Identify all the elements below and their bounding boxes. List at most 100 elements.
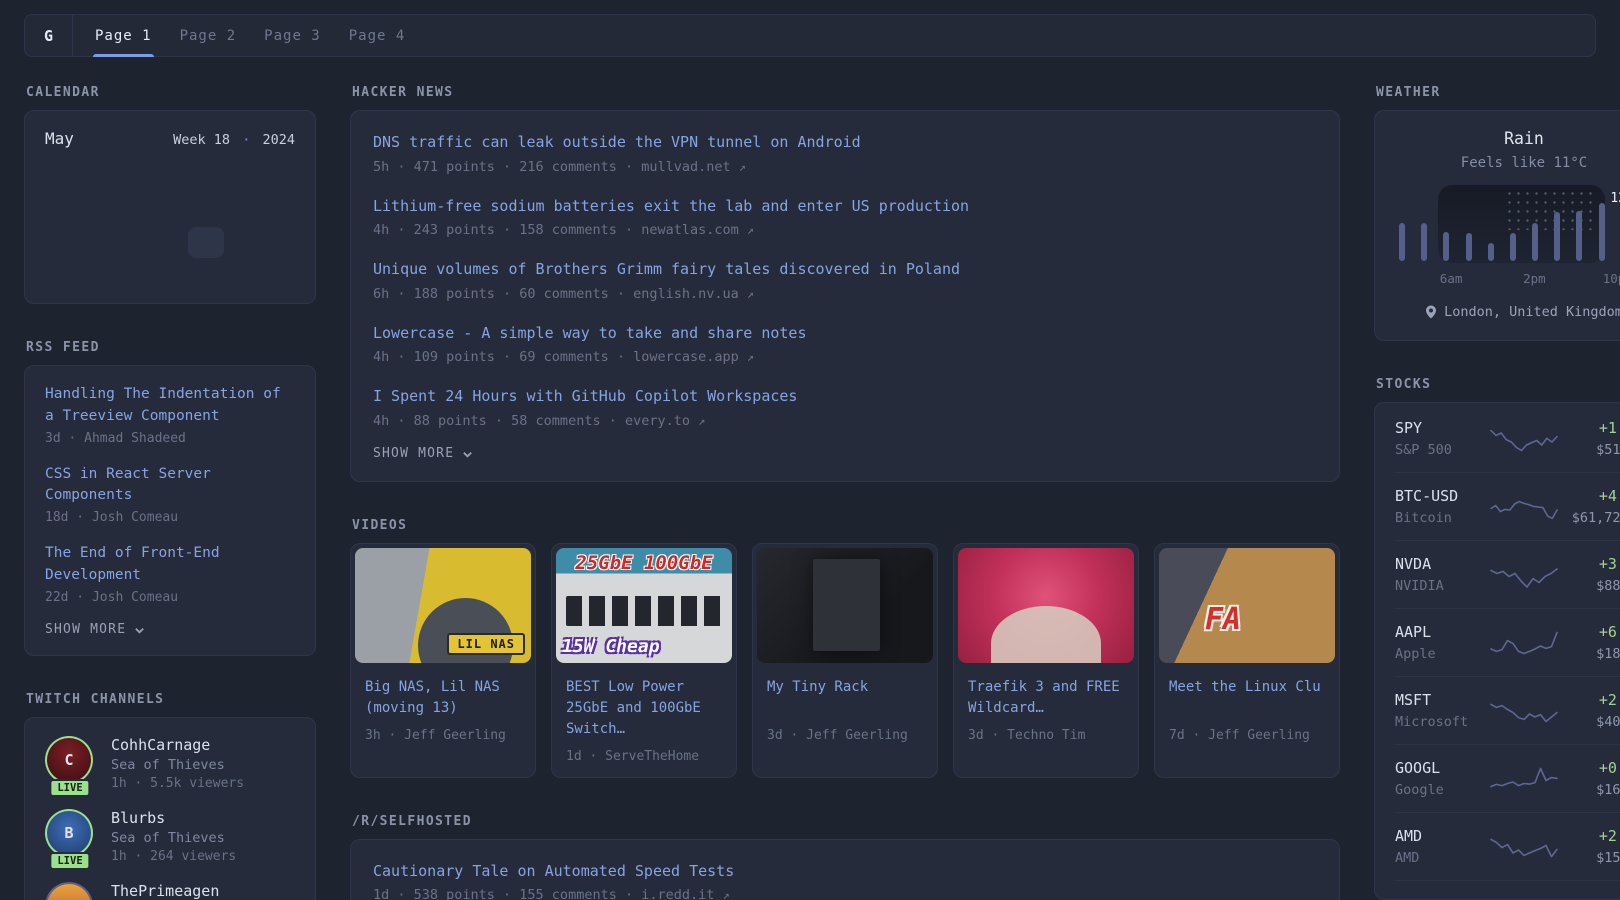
- dashboard-page: G Page 1Page 2Page 3Page 4 CALENDAR May …: [0, 0, 1620, 900]
- calendar-day: [152, 227, 188, 258]
- video-body: Meet the Linux Clu 7d · Jeff Geerling: [1155, 667, 1339, 756]
- video-meta: 3d · Jeff Geerling: [767, 728, 923, 743]
- calendar-day: [81, 258, 117, 289]
- stock-row[interactable]: NVDA NVIDIA +3.52% $888.40: [1395, 540, 1620, 608]
- feed-item-title[interactable]: Cautionary Tale on Automated Speed Tests: [373, 860, 1317, 883]
- twitch-channel-row[interactable]: C LIVE CohhCarnage Sea of Thieves 1h · 5…: [45, 736, 295, 791]
- stock-row[interactable]: RDDT -1.65%: [1395, 880, 1620, 900]
- nav-tab[interactable]: Page 2: [180, 15, 237, 56]
- stock-row[interactable]: BTC-USD Bitcoin +4.40% $61,725.48: [1395, 472, 1620, 540]
- feed-item-source-link[interactable]: english.nv.ua ↗: [633, 286, 754, 302]
- calendar-day: [259, 258, 295, 289]
- rss-item-title[interactable]: CSS in React Server Components: [45, 464, 295, 508]
- stock-sparkline: [1489, 694, 1559, 728]
- video-title[interactable]: BEST Low Power 25GbE and 100GbE Switch…: [566, 677, 722, 740]
- nav-tab[interactable]: Page 3: [264, 15, 321, 56]
- nav-tab[interactable]: Page 4: [349, 15, 406, 56]
- week-prefix: Week: [173, 132, 206, 148]
- twitch-channel-info: Blurbs Sea of Thieves 1h · 264 viewers: [111, 809, 236, 864]
- twitch-widget: TWITCH CHANNELS C LIVE CohhCarnage Sea o…: [24, 692, 316, 900]
- hackernews-show-more-button[interactable]: SHOW MORE: [373, 446, 1317, 461]
- calendar-year: 2024: [262, 132, 295, 148]
- avatar: C: [47, 738, 91, 782]
- nav-tab[interactable]: Page 1: [95, 15, 152, 56]
- feed-item-meta: 5h · 471 points · 216 comments · mullvad…: [373, 159, 1317, 175]
- stock-row[interactable]: AAPL Apple +6.87% $184.91: [1395, 608, 1620, 676]
- stock-row[interactable]: GOOGL Google +0.10% $166.78: [1395, 744, 1620, 812]
- stock-price: $61,725.48: [1559, 510, 1620, 526]
- video-title[interactable]: My Tiny Rack: [767, 677, 923, 719]
- time-axis-label: 6am: [1440, 271, 1463, 286]
- selfhosted-title: /R/SELFHOSTED: [352, 814, 1340, 829]
- twitch-avatar-wrap: B LIVE: [45, 809, 95, 864]
- feed-item-title[interactable]: Lithium-free sodium batteries exit the l…: [373, 195, 1317, 218]
- stock-row[interactable]: MSFT Microsoft +2.16% $406.43: [1395, 676, 1620, 744]
- feed-item-stats: 4h · 88 points · 58 comments ·: [373, 413, 617, 429]
- rss-widget: RSS FEED Handling The Indentation of a T…: [24, 340, 316, 656]
- stock-id: AMD AMD: [1395, 827, 1489, 866]
- rss-show-more-button[interactable]: SHOW MORE: [45, 622, 295, 637]
- stock-change: +3.52%: [1559, 555, 1620, 573]
- week-number: 18: [214, 132, 230, 148]
- thumbnail-caption: 25GbE 100GbE: [556, 552, 732, 574]
- feed-item-source-link[interactable]: every.to ↗: [625, 413, 705, 429]
- video-title[interactable]: Big NAS, Lil NAS (moving 13): [365, 677, 521, 719]
- weather-chart: 12°: [1399, 201, 1620, 261]
- stock-symbol: BTC-USD: [1395, 487, 1489, 505]
- stock-name: S&P 500: [1395, 442, 1489, 458]
- feed-item-title[interactable]: I Spent 24 Hours with GitHub Copilot Wor…: [373, 385, 1317, 408]
- feed-item: DNS traffic can leak outside the VPN tun…: [373, 131, 1317, 175]
- center-column: HACKER NEWS DNS traffic can leak outside…: [350, 85, 1340, 900]
- calendar-day: [259, 227, 295, 258]
- stock-row[interactable]: AMD AMD +2.94% $150.45: [1395, 812, 1620, 880]
- source-domain: newatlas.com: [641, 222, 739, 238]
- rss-item-title[interactable]: The End of Front-End Development: [45, 543, 295, 587]
- rss-item-title[interactable]: Handling The Indentation of a Treeview C…: [45, 384, 295, 428]
- video-meta: 3h · Jeff Geerling: [365, 728, 521, 743]
- weather-bar: [1510, 233, 1516, 261]
- calendar-title: CALENDAR: [26, 85, 316, 100]
- feed-item-title[interactable]: Unique volumes of Brothers Grimm fairy t…: [373, 258, 1317, 281]
- feed-item-source-link[interactable]: i.redd.it ↗: [641, 887, 730, 900]
- stock-symbol: GOOGL: [1395, 759, 1489, 777]
- video-thumbnail[interactable]: 25GbE 100GbE15W Cheap: [556, 548, 732, 663]
- video-body: BEST Low Power 25GbE and 100GbE Switch… …: [552, 667, 736, 777]
- video-thumbnail[interactable]: [757, 548, 933, 663]
- stock-row[interactable]: SPY S&P 500 +1.29% $511.57: [1395, 405, 1620, 472]
- calendar-weekday-row: [45, 164, 295, 180]
- nav-tab-label: Page 1: [95, 28, 152, 44]
- video-thumbnail[interactable]: FA: [1159, 548, 1335, 663]
- hackernews-list: DNS traffic can leak outside the VPN tun…: [373, 131, 1317, 429]
- calendar-day: [188, 196, 224, 227]
- external-link-icon: ↗: [739, 160, 746, 174]
- feed-item-source-link[interactable]: mullvad.net ↗: [641, 159, 746, 175]
- stocks-widget: STOCKS SPY S&P 500 +1.29% $511.57 BTC-US…: [1374, 377, 1620, 900]
- rss-item: CSS in React Server Components 18d · Jos…: [45, 464, 295, 526]
- feed-item-title[interactable]: DNS traffic can leak outside the VPN tun…: [373, 131, 1317, 154]
- rss-item: Handling The Indentation of a Treeview C…: [45, 384, 295, 446]
- calendar-day: [224, 258, 260, 289]
- feed-item-source-link[interactable]: newatlas.com ↗: [641, 222, 754, 238]
- app-logo[interactable]: G: [25, 15, 73, 56]
- video-body: Traefik 3 and FREE Wildcard… 3d · Techno…: [954, 667, 1138, 756]
- video-card: 25GbE 100GbE15W Cheap BEST Low Power 25G…: [551, 543, 737, 778]
- twitch-channel-info: CohhCarnage Sea of Thieves 1h · 5.5k vie…: [111, 736, 244, 791]
- feed-item-source-link[interactable]: lowercase.app ↗: [633, 349, 754, 365]
- video-thumbnail[interactable]: [958, 548, 1134, 663]
- feed-item-stats: 5h · 471 points · 216 comments ·: [373, 159, 633, 175]
- external-link-icon: ↗: [698, 414, 705, 428]
- video-title[interactable]: Meet the Linux Clu: [1169, 677, 1325, 719]
- feed-item-stats: 6h · 188 points · 60 comments ·: [373, 286, 625, 302]
- twitch-channel-row[interactable]: P ThePrimeagen: [45, 882, 295, 900]
- feed-item-title[interactable]: Lowercase - A simple way to take and sha…: [373, 322, 1317, 345]
- video-title[interactable]: Traefik 3 and FREE Wildcard…: [968, 677, 1124, 719]
- feed-item: Unique volumes of Brothers Grimm fairy t…: [373, 258, 1317, 302]
- stock-id: SPY S&P 500: [1395, 419, 1489, 458]
- calendar-day: [116, 196, 152, 227]
- time-axis-label: 2pm: [1523, 271, 1546, 286]
- stock-price: $184.91: [1559, 646, 1620, 662]
- video-thumbnail[interactable]: LIL NAS: [355, 548, 531, 663]
- weather-card: Rain Feels like 11°C 12° 6am2pm10pm Lond…: [1374, 110, 1620, 341]
- stock-price: $150.45: [1559, 850, 1620, 866]
- twitch-channel-row[interactable]: B LIVE Blurbs Sea of Thieves 1h · 264 vi…: [45, 809, 295, 864]
